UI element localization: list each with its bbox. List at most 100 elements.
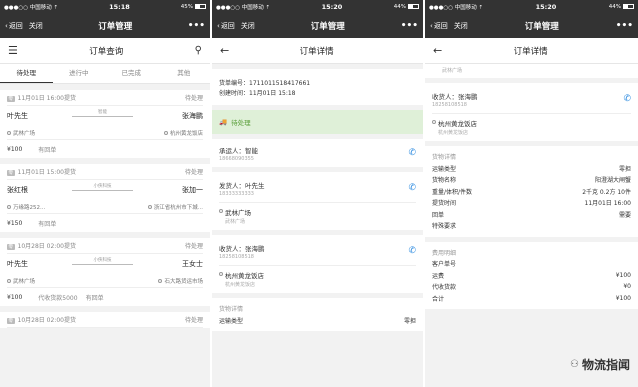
phone-icon[interactable]: ✆ [623, 94, 631, 104]
consignee-name: 张海鹏 [458, 92, 478, 101]
from-address: 万缘路252... [13, 204, 46, 211]
tab-pending[interactable]: 待处理 [0, 64, 53, 83]
tab-other[interactable]: 其他 [158, 64, 211, 83]
phone-icon[interactable]: ✆ [408, 246, 416, 256]
back-button[interactable]: ‹ 返回 [430, 21, 448, 31]
order-card[interactable]: 零 10月28日 02:00提货 待处理 叶先生 小侠科技 王女士 武林广场 石大… [0, 238, 210, 306]
battery-icon [622, 4, 634, 9]
goods-heading: 货物详情 [219, 306, 244, 314]
status-bar: ●●●○○ 中国移动 ⇡ 15:18 45% [0, 0, 210, 14]
watermark: ⚇ 物流指闻 [570, 356, 630, 373]
pickup-time: 11月01日 15:00提货 [17, 169, 76, 176]
shipper-address-sub: 武林广场 [442, 68, 463, 74]
order-detail-screen: ●●●○○ 中国移动 ⇡ 15:20 44% ‹ 返回 关闭 订单管理 ••• ←… [212, 0, 423, 387]
receipt-flag: 有回单 [38, 220, 57, 228]
shipper-address-tail: 武林广场 [425, 64, 638, 78]
status-bar: ●●●○○ 中国移动 ⇡ 15:20 44% [425, 0, 638, 14]
consignee-phone: 18258108518 [219, 253, 254, 260]
arrow-left-icon[interactable]: ← [433, 44, 442, 57]
status-tabs: 待处理 进行中 已完成 其他 [0, 64, 210, 84]
consignee-address: 杭州黄龙饭店 [438, 120, 477, 128]
carrier-name: 智能 [245, 146, 258, 155]
page-title: 订单详情 [513, 46, 548, 57]
watermark-text: 物流指闻 [581, 358, 630, 372]
close-button[interactable]: 关闭 [241, 21, 255, 31]
arrow-left-icon[interactable]: ← [220, 44, 229, 57]
receiver-name: 张海鹏 [182, 112, 203, 120]
more-menu-button[interactable]: ••• [616, 21, 633, 31]
tab-completed[interactable]: 已完成 [105, 64, 158, 83]
more-menu-button[interactable]: ••• [401, 21, 418, 31]
order-card[interactable]: 零 10月28日 02:00提货 待处理 [0, 312, 210, 328]
order-no: 1711011518417661 [249, 79, 311, 87]
carrier-phone: 18668090355 [219, 155, 254, 162]
to-address: 石大路货运市场 [164, 278, 203, 285]
fee-row: 合计 ¥100 [432, 294, 631, 303]
status-text: 待处理 [231, 119, 251, 127]
location-pin-icon [7, 130, 11, 135]
goods-row: 回单 需要 [432, 211, 631, 219]
location-pin-icon [7, 278, 11, 283]
cod-amount: 代收货款5000 [38, 294, 78, 302]
wechat-nav-bar: ‹ 返回 关闭 订单管理 ••• [212, 14, 423, 38]
back-button[interactable]: ‹ 返回 [217, 21, 235, 31]
page-title: 订单详情 [299, 46, 334, 57]
menu-icon[interactable]: ☰ [8, 44, 18, 57]
from-address: 武林广场 [13, 130, 36, 137]
pickup-time: 11月01日 16:00提货 [17, 95, 76, 102]
chevron-left-icon: ‹ [430, 22, 433, 30]
nav-title: 订单管理 [310, 22, 345, 32]
consignee-phone: 18258108518 [432, 101, 467, 108]
order-type-badge: 零 [7, 244, 15, 250]
carrier-signal: ●●●○○ 中国移动 ⇡ [429, 5, 484, 11]
order-addresses: 武林广场 杭州黄龙饭店 [7, 126, 203, 140]
search-icon[interactable]: ⚲ [195, 45, 202, 56]
order-meta: 货单编号：1711011518417661 创建时间：11月01日 15:18 [212, 69, 423, 105]
order-price: ¥100 [7, 293, 23, 301]
order-card-header: 零 11月01日 16:00提货 待处理 [7, 90, 203, 106]
location-pin-icon [7, 204, 11, 209]
tab-in-progress[interactable]: 进行中 [53, 64, 106, 83]
order-status: 待处理 [184, 317, 203, 324]
from-address: 武林广场 [13, 278, 36, 285]
clock: 15:18 [109, 3, 130, 11]
goods-row: 货物名称 阳澄湖大闸蟹 [432, 177, 631, 185]
shipper-label: 发货人： [219, 181, 245, 190]
location-pin-icon [219, 272, 223, 276]
to-address: 杭州黄龙饭店 [169, 130, 203, 137]
consignee-address-sub: 杭州黄龙饭店 [438, 130, 469, 136]
back-button[interactable]: ‹ 返回 [5, 21, 23, 31]
order-card[interactable]: 零 11月01日 16:00提货 待处理 叶先生 智能 张海鹏 武林广场 杭州黄龙… [0, 90, 210, 158]
status-banner: 🚚 待处理 [212, 110, 423, 134]
sender-name: 叶先生 [7, 260, 28, 268]
truck-icon: 🚚 [219, 118, 228, 126]
wechat-nav-bar: ‹ 返回 关闭 订单管理 ••• [0, 14, 210, 38]
order-parties: 张红根 小侠科技 张加一 [7, 180, 203, 200]
carrier-name: 小侠科技 [93, 184, 112, 189]
transport-label: 运输类型 [219, 317, 244, 325]
order-card-header: 零 11月01日 15:00提货 待处理 [7, 164, 203, 180]
page-header: ← 订单详情 [425, 38, 638, 64]
wechat-logo-icon: ⚇ [570, 359, 579, 370]
order-no-label: 货单编号： [219, 79, 250, 87]
sender-name: 叶先生 [7, 112, 28, 120]
order-parties: 叶先生 智能 张海鹏 [7, 106, 203, 126]
fee-section: 费用明细 客户单号 运费 ¥100 代收货款 ¥0 合计 ¥100 [425, 241, 638, 309]
chevron-left-icon: ‹ [5, 22, 8, 30]
phone-icon[interactable]: ✆ [408, 183, 416, 193]
more-menu-button[interactable]: ••• [188, 21, 205, 31]
close-button[interactable]: 关闭 [29, 21, 43, 31]
consignee-address-sub: 杭州黄龙饭店 [225, 282, 256, 288]
close-button[interactable]: 关闭 [454, 21, 468, 31]
order-card[interactable]: 零 11月01日 15:00提货 待处理 张红根 小侠科技 张加一 万缘路252.… [0, 164, 210, 232]
carrier-signal: ●●●○○ 中国移动 ⇡ [216, 5, 271, 11]
transport-value: 零担 [403, 317, 416, 325]
location-pin-icon [432, 120, 436, 124]
carrier-signal: ●●●○○ 中国移动 ⇡ [4, 5, 59, 11]
order-footer: ¥100 代收货款5000 有回单 [7, 288, 203, 306]
shipper-address-sub: 武林广场 [225, 219, 246, 225]
phone-icon[interactable]: ✆ [408, 148, 416, 158]
receiver-name: 王女士 [182, 260, 203, 268]
created-label: 创建时间： [219, 89, 250, 97]
order-price: ¥150 [7, 219, 23, 227]
